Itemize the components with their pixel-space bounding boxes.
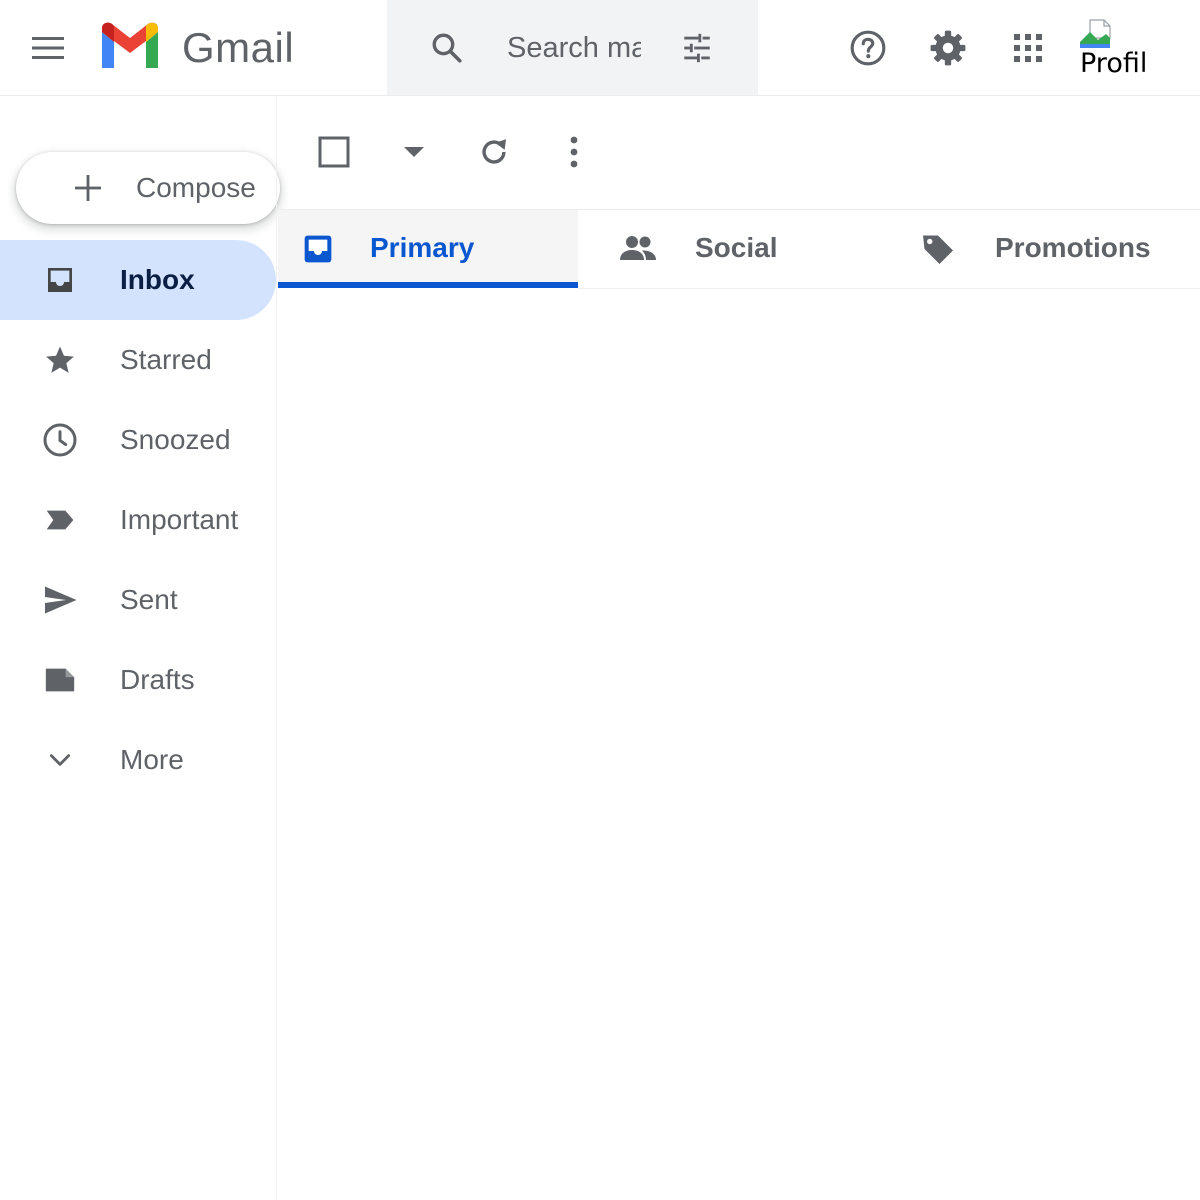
gmail-logo-icon[interactable] [98,22,162,72]
sidebar-item-label: Snoozed [120,424,231,455]
sidebar-item-label: Sent [120,584,178,615]
refresh-icon [482,139,507,164]
clock-icon [38,418,82,462]
sidebar-item-label: Inbox [120,264,195,295]
caret-down-icon [404,147,424,157]
hamburger-menu-icon [32,37,64,59]
sidebar-item-inbox[interactable]: Inbox [0,240,276,320]
sidebar-item-label: Starred [120,344,212,375]
tab-label: Primary [370,232,475,263]
top-bar: Gmail Search mail Profil [0,0,1200,96]
checkbox-icon [318,136,350,168]
search-input[interactable] [507,26,641,70]
compose-button[interactable]: Compose [16,152,280,224]
people-icon [616,227,660,271]
more-vert-icon [570,136,578,168]
account-avatar[interactable]: Profile [1076,18,1148,84]
app-name: Gmail [182,24,295,71]
apps-grid-icon [1014,34,1042,62]
main-menu-button[interactable] [24,24,72,72]
tab-primary[interactable]: Primary [278,210,578,288]
refresh-button[interactable] [470,128,518,176]
avatar-alt-text: Profile [1080,48,1148,79]
sidebar-item-label: Drafts [120,664,195,695]
google-apps-button[interactable] [1006,26,1050,70]
sidebar-divider [276,96,277,1200]
send-icon [38,578,82,622]
search-options-button[interactable] [677,28,717,68]
select-all-checkbox[interactable] [310,128,358,176]
sidebar-item-starred[interactable]: Starred [0,320,276,400]
inbox-tab-icon [296,227,340,271]
tab-label: Social [695,232,778,263]
inbox-icon [38,258,82,302]
tab-social[interactable]: Social [578,210,878,288]
label-important-icon [38,498,82,542]
sidebar-item-label: More [120,744,184,775]
draft-icon [38,658,82,702]
tab-promotions[interactable]: Promotions [878,210,1200,288]
chevron-down-icon [38,738,82,782]
tag-icon [916,227,960,271]
star-icon [38,338,82,382]
compose-label: Compose [136,172,256,203]
select-options-button[interactable] [390,128,438,176]
support-button[interactable] [846,26,890,70]
sidebar-item-label: Important [120,504,239,535]
sidebar-item-drafts[interactable]: Drafts [0,640,276,720]
gear-icon [930,30,966,66]
sidebar-item-sent[interactable]: Sent [0,560,276,640]
plus-icon [68,168,108,208]
tabs-divider [578,288,1200,289]
broken-image-icon [1080,19,1111,48]
sidebar-item-more[interactable]: More [0,720,276,800]
search-icon [432,33,462,63]
active-tab-indicator [278,282,578,288]
settings-button[interactable] [926,26,970,70]
tab-label: Promotions [995,232,1151,263]
sidebar-item-important[interactable]: Important [0,480,276,560]
tune-icon [684,33,710,63]
help-icon [850,30,886,66]
sidebar-item-snoozed[interactable]: Snoozed [0,400,276,480]
search-button[interactable] [427,28,467,68]
more-actions-button[interactable] [550,128,598,176]
